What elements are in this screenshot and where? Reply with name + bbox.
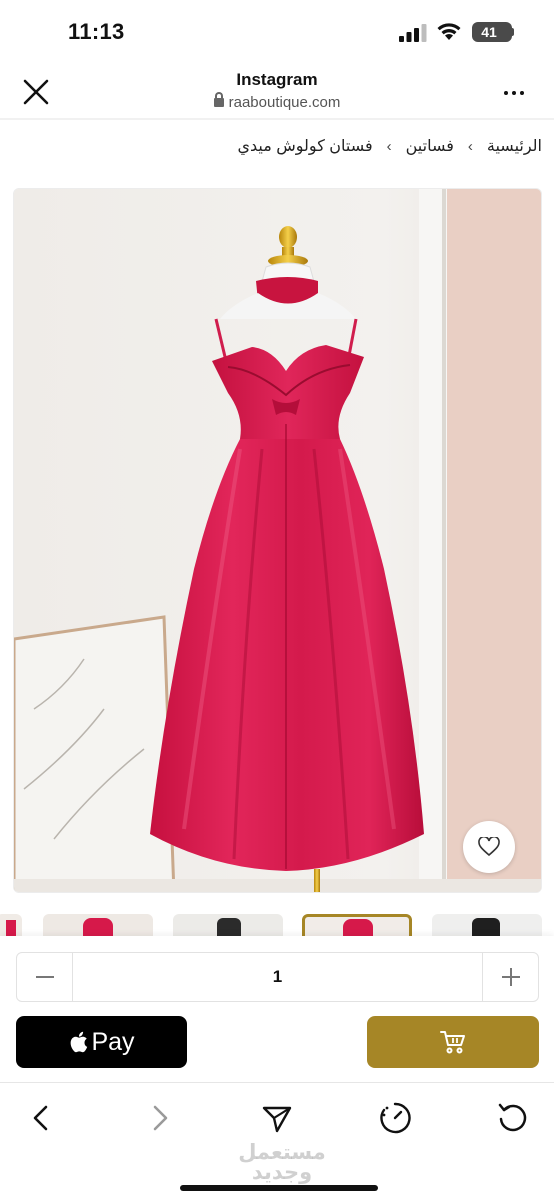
minus-icon[interactable] xyxy=(17,953,73,1001)
thumbnail[interactable] xyxy=(173,914,283,938)
breadcrumb: الرئيسية › فساتين › فستان كولوش ميدي xyxy=(237,136,542,156)
thumbnail-selected[interactable] xyxy=(302,914,412,938)
more-options-icon[interactable] xyxy=(502,82,536,102)
battery-icon: 41 xyxy=(472,22,512,42)
purchase-panel: 1 Pay xyxy=(0,936,554,1082)
url-bar[interactable]: raaboutique.com xyxy=(0,92,554,111)
forward-icon[interactable] xyxy=(143,1101,177,1135)
lock-icon xyxy=(213,92,224,107)
cart-icon xyxy=(440,1031,465,1054)
clock: 11:13 xyxy=(68,19,125,44)
favorite-button[interactable] xyxy=(463,821,515,873)
apple-icon xyxy=(71,1031,88,1053)
add-to-cart-button[interactable] xyxy=(367,1016,539,1068)
heart-icon xyxy=(478,837,500,857)
timer-icon[interactable] xyxy=(378,1101,412,1135)
thumbnail[interactable] xyxy=(432,914,542,938)
status-bar: 11:13 41 xyxy=(0,0,554,62)
home-indicator xyxy=(180,1185,378,1191)
breadcrumb-home[interactable]: الرئيسية xyxy=(487,138,542,155)
header-divider xyxy=(0,118,554,120)
browser-toolbar: مستعمل وجديد xyxy=(0,1082,554,1200)
breadcrumb-separator: › xyxy=(467,138,473,155)
quantity-value[interactable]: 1 xyxy=(73,953,482,1001)
wifi-icon xyxy=(437,23,461,40)
apple-pay-label: Pay xyxy=(91,1027,135,1056)
cellular-signal-icon xyxy=(399,24,427,42)
thumbnail-strip xyxy=(0,914,554,938)
browser-header: Instagram raaboutique.com xyxy=(0,62,554,118)
breadcrumb-separator: › xyxy=(386,138,392,155)
thumbnail[interactable] xyxy=(43,914,153,938)
share-icon[interactable] xyxy=(260,1101,294,1135)
page-title: Instagram xyxy=(236,70,318,89)
apple-pay-button[interactable]: Pay xyxy=(16,1016,187,1068)
back-icon[interactable] xyxy=(24,1101,58,1135)
watermark: مستعمل وجديد xyxy=(238,1141,326,1184)
reload-icon[interactable] xyxy=(496,1101,530,1135)
thumbnail[interactable] xyxy=(0,914,22,938)
url-text: raaboutique.com xyxy=(228,94,341,111)
battery-tip xyxy=(511,28,514,36)
breadcrumb-current: فستان كولوش ميدي xyxy=(237,138,373,155)
battery-level: 41 xyxy=(481,24,497,40)
red-midi-dress-photo[interactable] xyxy=(14,189,542,893)
product-image-card xyxy=(13,188,542,893)
breadcrumb-dresses[interactable]: فساتين xyxy=(406,138,454,155)
plus-icon[interactable] xyxy=(482,953,538,1001)
quantity-stepper: 1 xyxy=(16,952,539,1002)
